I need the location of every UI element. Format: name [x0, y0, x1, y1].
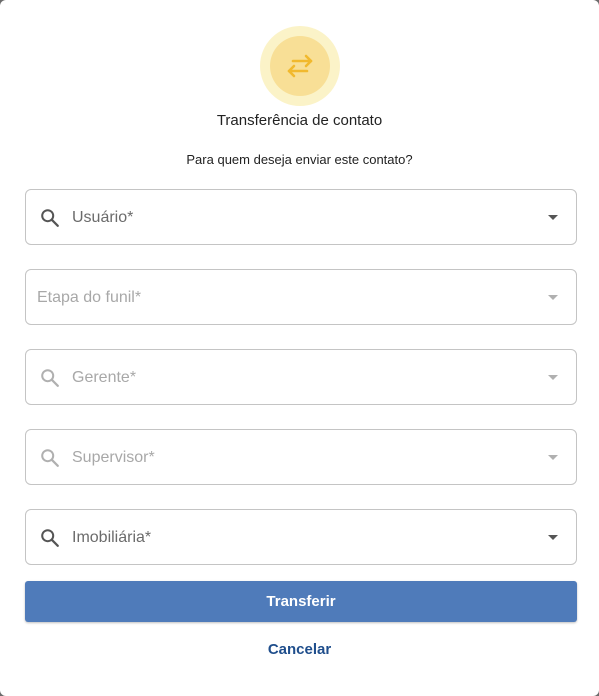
transfer-button[interactable]: Transferir — [25, 581, 577, 622]
usuario-select[interactable]: Usuário* — [25, 189, 577, 245]
supervisor-select[interactable]: Supervisor* — [25, 429, 577, 485]
dialog-title: Transferência de contato — [216, 112, 383, 129]
icon-badge — [260, 26, 340, 106]
chevron-down-icon[interactable] — [548, 215, 558, 220]
gerente-select[interactable]: Gerente* — [25, 349, 577, 405]
search-icon — [41, 529, 59, 547]
search-icon — [41, 449, 59, 467]
chevron-down-icon[interactable] — [548, 295, 558, 300]
imobiliaria-select[interactable]: Imobiliária* — [25, 509, 577, 565]
etapa-funil-placeholder: Etapa do funil* — [37, 289, 142, 306]
imobiliaria-placeholder: Imobiliária* — [72, 529, 152, 546]
usuario-placeholder: Usuário* — [72, 209, 134, 226]
etapa-funil-select[interactable]: Etapa do funil* — [25, 269, 577, 325]
supervisor-placeholder: Supervisor* — [72, 449, 155, 466]
gerente-placeholder: Gerente* — [72, 369, 137, 386]
chevron-down-icon[interactable] — [548, 535, 558, 540]
swap-arrows-icon — [287, 54, 313, 78]
search-icon — [41, 369, 59, 387]
dialog-question: Para quem deseja enviar este contato? — [186, 152, 413, 167]
chevron-down-icon[interactable] — [548, 375, 558, 380]
search-icon — [41, 209, 59, 227]
transfer-contact-dialog: Transferência de contato Para quem desej… — [0, 0, 599, 696]
chevron-down-icon[interactable] — [548, 455, 558, 460]
cancel-button[interactable]: Cancelar — [0, 641, 599, 658]
